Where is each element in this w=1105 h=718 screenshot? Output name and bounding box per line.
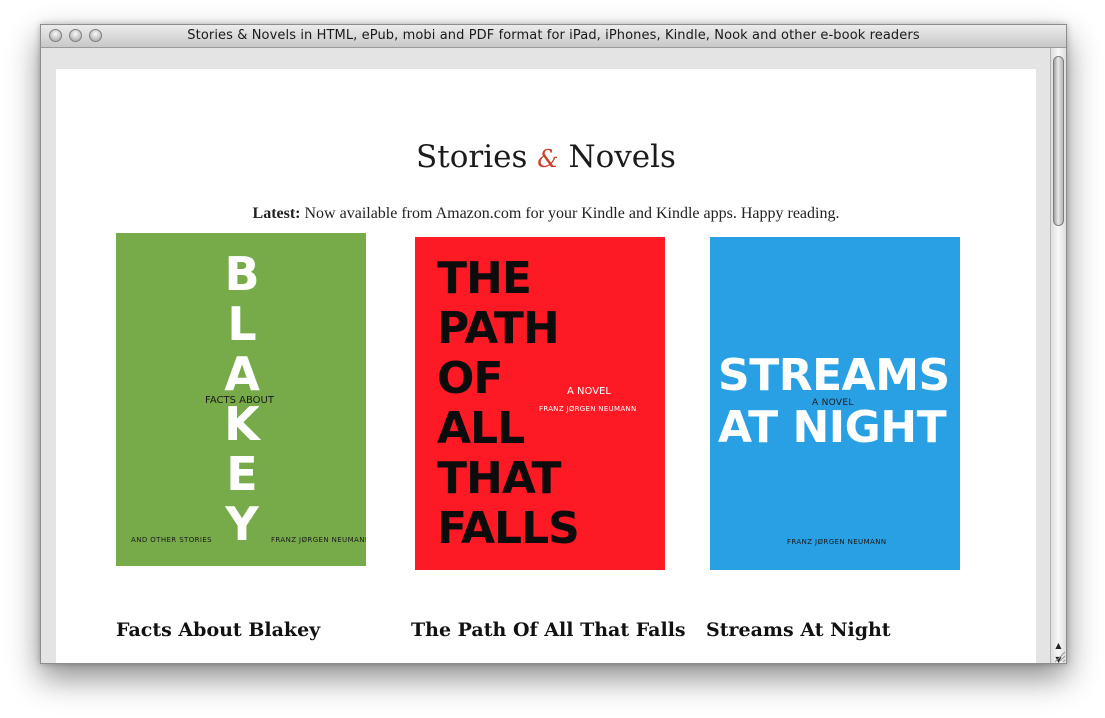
cover-title-line: FALLS	[437, 503, 580, 554]
cover-title-line: OF	[437, 353, 503, 404]
cover-title-line: THAT	[437, 453, 561, 504]
cover-letter-k: K	[224, 397, 260, 451]
latest-label: Latest:	[252, 205, 301, 222]
latest-announcement: Latest: Now available from Amazon.com fo…	[56, 205, 1036, 223]
book-title-link[interactable]: Streams At Night	[706, 619, 891, 641]
site-title-novels: Novels	[568, 139, 676, 175]
cover-title-line: THE	[437, 253, 532, 304]
web-page: Stories & Novels Latest: Now available f…	[56, 69, 1036, 663]
cover-letter-b: B	[224, 247, 260, 301]
cover-title-line: AT NIGHT	[718, 402, 947, 453]
cover-subtitle: A NOVEL	[567, 386, 611, 397]
cover-footer-right: FRANZ JØRGEN NEUMANN	[271, 536, 366, 544]
cover-letter-l: L	[227, 297, 257, 351]
window-title: Stories & Novels in HTML, ePub, mobi and…	[187, 28, 920, 43]
cover-letter-a: A	[224, 347, 260, 401]
cover-letter-e: E	[226, 447, 258, 501]
scrollbar-thumb[interactable]	[1053, 56, 1064, 226]
browser-window: Stories & Novels in HTML, ePub, mobi and…	[40, 24, 1067, 664]
book-cover-blakey[interactable]: B L A K E Y FACTS ABOUT AND OTHER STORIE…	[116, 233, 366, 566]
latest-text: Now available from Amazon.com for your K…	[304, 205, 840, 222]
cover-letter-y: Y	[225, 497, 259, 551]
cover-author: FRANZ JØRGEN NEUMANN	[539, 405, 637, 413]
book-cover-streams[interactable]: STREAMS AT NIGHT A NOVEL FRANZ JØRGEN NE…	[710, 237, 960, 570]
book-title-link[interactable]: Facts About Blakey	[116, 619, 320, 641]
cover-title-line: STREAMS	[718, 350, 950, 401]
cover-author: FRANZ JØRGEN NEUMANN	[787, 538, 887, 546]
book-cover-path[interactable]: THE PATH OF ALL THAT FALLS A NOVEL FRANZ…	[415, 237, 665, 570]
site-title-stories: Stories	[416, 139, 528, 175]
cover-footer-left: AND OTHER STORIES	[131, 536, 213, 544]
cover-title-line: ALL	[437, 403, 525, 454]
content-area: Stories & Novels Latest: Now available f…	[41, 48, 1050, 663]
ampersand: &	[537, 145, 559, 173]
cover-subtitle: A NOVEL	[812, 398, 854, 408]
cover-overlay-text: FACTS ABOUT	[205, 395, 274, 406]
title-bar[interactable]: Stories & Novels in HTML, ePub, mobi and…	[41, 25, 1066, 48]
cover-title-line: PATH	[437, 303, 560, 354]
resize-grip-icon[interactable]	[1050, 647, 1066, 663]
vertical-scrollbar[interactable]: ▲ ▼	[1050, 48, 1066, 663]
book-title-link[interactable]: The Path Of All That Falls	[411, 619, 686, 641]
site-title[interactable]: Stories & Novels	[56, 139, 1036, 175]
